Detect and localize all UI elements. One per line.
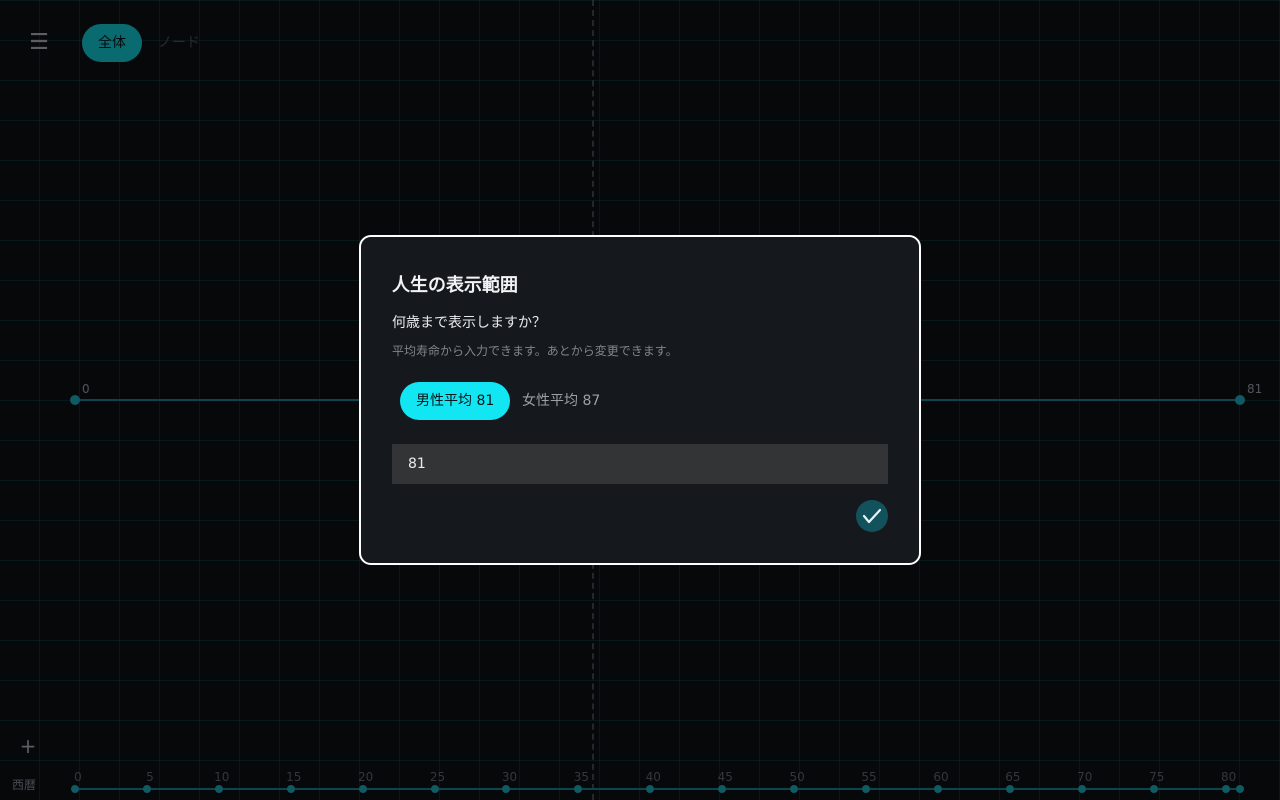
life-range-dialog: 人生の表示範囲 何歳まで表示しますか？ 平均寿命から入力できます。あとから変更で…: [359, 235, 921, 565]
age-input[interactable]: [392, 444, 888, 484]
check-icon: [862, 508, 882, 524]
dialog-hint: 平均寿命から入力できます。あとから変更できます。: [392, 344, 678, 358]
dialog-question: 何歳まで表示しますか？: [392, 315, 546, 331]
preset-female-average-button[interactable]: 女性平均 87: [506, 382, 616, 420]
confirm-button[interactable]: [856, 500, 888, 532]
timeline-canvas[interactable]: ☰ 全体 ノード 0 81 + 西暦 0 5 10 15 20 25 30 35 40 45 50 5…: [0, 0, 1280, 800]
preset-male-average-button[interactable]: 男性平均 81: [400, 382, 511, 420]
dialog-title: 人生の表示範囲: [392, 275, 518, 296]
